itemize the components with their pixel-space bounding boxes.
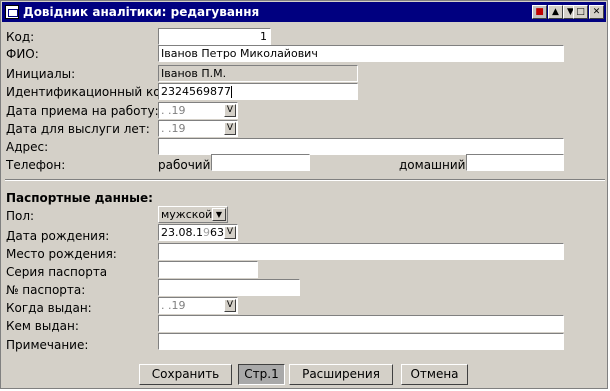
scroll-up-button[interactable]: ▲ — [548, 5, 563, 19]
series-label: Серия паспорта — [6, 265, 108, 279]
series-input[interactable] — [158, 261, 258, 278]
birth-place-input[interactable] — [158, 243, 564, 260]
window-title: Довідник аналітики: редагування — [23, 5, 260, 19]
address-input[interactable] — [158, 138, 564, 155]
hire-date-picker-button[interactable]: V — [224, 104, 236, 117]
issue-date-mask: . .19 — [161, 299, 186, 312]
phone-home-input[interactable] — [466, 154, 564, 171]
note-label: Примечание: — [6, 338, 89, 352]
issue-date-label: Когда выдан: — [6, 301, 92, 315]
code-input[interactable]: 1 — [158, 28, 271, 45]
birth-date-label: Дата рождения: — [6, 229, 110, 243]
initials-field: Іванов П.М. — [158, 65, 358, 82]
extensions-button[interactable]: Расширения — [289, 364, 393, 385]
birth-place-label: Место рождения: — [6, 247, 117, 261]
service-date-mask: . .19 — [161, 122, 186, 135]
section-divider — [5, 179, 605, 181]
code-label: Код: — [6, 30, 35, 44]
close-button[interactable]: ✕ — [589, 5, 604, 19]
tax-id-label: Идентификационный код: — [6, 85, 173, 99]
hire-date-label: Дата приема на работу: — [6, 104, 159, 118]
chevron-down-icon[interactable]: ▼ — [212, 208, 226, 221]
phone-work-label: рабочий: — [158, 158, 215, 172]
birth-date-input[interactable]: 23.08.1963 V — [158, 224, 238, 241]
page-1-button[interactable]: Стр.1 — [238, 364, 285, 385]
passport-number-label: № паспорта: — [6, 283, 86, 297]
issue-date-picker-button[interactable]: V — [224, 299, 236, 312]
issue-date-input[interactable]: . .19 V — [158, 297, 238, 314]
dialog-window: Довідник аналітики: редагування ■ ▲ ▼ □ … — [0, 0, 608, 389]
help-icon[interactable]: ■ — [532, 5, 547, 19]
note-input[interactable] — [158, 333, 564, 350]
sex-value: мужской — [161, 208, 213, 221]
service-date-label: Дата для выслуги лет: — [6, 122, 150, 136]
tax-id-value: 2324569877 — [161, 85, 231, 98]
phone-label: Телефон: — [6, 158, 66, 172]
hire-date-mask: . .19 — [161, 104, 186, 117]
fio-input[interactable]: Іванов Петро Миколайович — [158, 45, 564, 62]
service-date-picker-button[interactable]: V — [224, 122, 236, 135]
issued-by-input[interactable] — [158, 315, 564, 332]
fio-label: ФИО: — [6, 47, 39, 61]
phone-home-label: домашний: — [399, 158, 470, 172]
birth-date-value-main: 23.08.1 — [161, 226, 203, 239]
phone-work-input[interactable] — [211, 154, 310, 171]
hire-date-input[interactable]: . .19 V — [158, 102, 238, 119]
sex-label: Пол: — [6, 209, 35, 223]
initials-label: Инициалы: — [6, 67, 76, 81]
app-icon — [5, 5, 19, 19]
birth-date-value-tail: 63 — [210, 226, 224, 239]
birth-date-value-grey: 9 — [203, 226, 210, 239]
address-label: Адрес: — [6, 140, 49, 154]
issued-by-label: Кем выдан: — [6, 319, 79, 333]
title-bar[interactable]: Довідник аналітики: редагування ■ ▲ ▼ □ … — [2, 2, 606, 22]
sex-select[interactable]: мужской ▼ — [158, 206, 228, 223]
passport-number-input[interactable] — [158, 279, 300, 296]
cancel-button[interactable]: Отмена — [401, 364, 468, 385]
tax-id-input[interactable]: 2324569877 — [158, 83, 358, 100]
service-date-input[interactable]: . .19 V — [158, 120, 238, 137]
text-cursor — [231, 86, 232, 98]
passport-heading: Паспортные данные: — [6, 191, 153, 205]
save-button[interactable]: Сохранить — [139, 364, 232, 385]
maximize-button[interactable]: □ — [573, 5, 588, 19]
birth-date-picker-button[interactable]: V — [224, 226, 236, 239]
